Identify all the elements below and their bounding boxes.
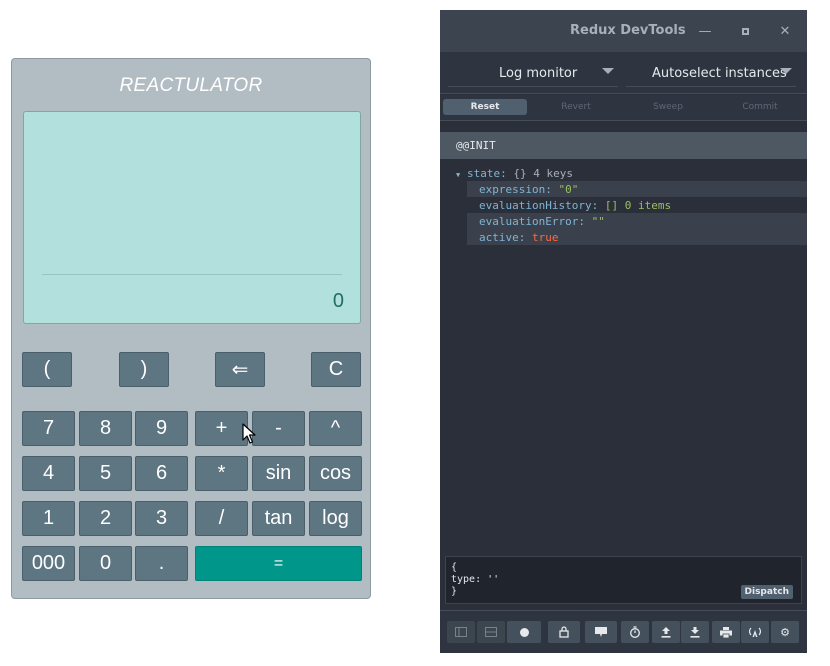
stopwatch-icon[interactable] (621, 621, 649, 643)
settings-gear-icon[interactable]: ⚙ (771, 621, 799, 643)
clear-button[interactable]: C (311, 352, 361, 387)
action-buttons-bar: Reset Revert Sweep Commit (440, 95, 807, 121)
state-row-value: "0" (558, 183, 579, 196)
state-row-value: "" (591, 215, 605, 228)
digit-7-button[interactable]: 7 (22, 411, 75, 446)
monitor-select[interactable]: Log monitor (448, 62, 618, 87)
digit-6-button[interactable]: 6 (135, 456, 188, 491)
action-type-label: @@INIT (456, 139, 496, 152)
maximize-icon[interactable] (736, 22, 754, 40)
state-type: {} (513, 167, 527, 180)
digit-8-button[interactable]: 8 (79, 411, 132, 446)
state-row: evaluationHistory: [] 0 items (467, 197, 807, 213)
decimal-point-button[interactable]: . (135, 546, 188, 581)
dispatch-textarea[interactable]: { type: '' } (451, 562, 499, 598)
state-row-key: expression: (479, 183, 552, 196)
plus-button[interactable]: + (195, 411, 248, 446)
power-button[interactable]: ^ (309, 411, 362, 446)
reset-button[interactable]: Reset (443, 99, 527, 115)
close-icon[interactable]: ✕ (776, 22, 794, 40)
mouse-pointer-icon (242, 423, 256, 444)
monitor-select-value: Log monitor (499, 66, 578, 81)
digit-4-button[interactable]: 4 (22, 456, 75, 491)
window-titlebar: Redux DevTools — ✕ (440, 10, 807, 52)
print-icon[interactable] (712, 621, 740, 643)
state-row-key: evaluationHistory: (479, 199, 599, 212)
state-row-key: evaluationError: (479, 215, 585, 228)
state-root[interactable]: state: {} 4 keys (467, 167, 573, 180)
dispatch-editor[interactable]: { type: '' } Dispatch (445, 556, 802, 604)
expand-triangle-icon[interactable]: ▼ (456, 171, 460, 179)
state-count: 4 keys (533, 167, 573, 180)
record-icon[interactable] (507, 621, 541, 643)
digit-9-button[interactable]: 9 (135, 411, 188, 446)
paren-open-button[interactable]: ( (22, 352, 72, 387)
digit-3-button[interactable]: 3 (135, 501, 188, 536)
minus-button[interactable]: - (252, 411, 305, 446)
tan-button[interactable]: tan (252, 501, 305, 536)
calculator-display: 0 (23, 111, 361, 324)
digit-2-button[interactable]: 2 (79, 501, 132, 536)
lock-icon[interactable] (548, 621, 580, 643)
instance-select-value: Autoselect instances (652, 66, 787, 81)
commit-button[interactable]: Commit (720, 99, 800, 115)
sweep-button[interactable]: Sweep (628, 99, 708, 115)
chevron-down-icon (602, 68, 614, 74)
state-row-key: active: (479, 231, 526, 244)
backspace-button[interactable]: ⇐ (215, 352, 265, 387)
state-row: evaluationError: "" (467, 213, 807, 229)
slider-toggle-icon[interactable] (477, 621, 505, 643)
cos-button[interactable]: cos (309, 456, 362, 491)
calculator-title: REACTULATOR (119, 75, 263, 96)
display-divider (42, 274, 342, 275)
remote-broadcast-icon[interactable] (741, 621, 769, 643)
minimize-icon[interactable]: — (696, 22, 714, 40)
divide-button[interactable]: / (195, 501, 248, 536)
multiply-button[interactable]: * (195, 456, 248, 491)
chevron-down-icon (780, 68, 792, 74)
revert-button[interactable]: Revert (536, 99, 616, 115)
state-row: active: true (467, 229, 807, 245)
redux-devtools-window: Redux DevTools — ✕ Log monitor Autoselec… (440, 10, 807, 653)
triple-zero-button[interactable]: 000 (22, 546, 75, 581)
dispatch-button[interactable]: Dispatch (740, 585, 793, 599)
paren-close-button[interactable]: ) (119, 352, 169, 387)
log-button[interactable]: log (309, 501, 362, 536)
display-value: 0 (332, 290, 344, 312)
state-row-value: true (531, 231, 559, 244)
equals-button[interactable]: = (195, 546, 362, 581)
log-action-item[interactable]: @@INIT (440, 132, 807, 159)
state-key: state: (467, 167, 507, 180)
monitor-toolbar: Log monitor Autoselect instances (440, 52, 807, 94)
state-row: expression: "0" (467, 181, 807, 197)
download-icon[interactable] (681, 621, 709, 643)
dispatcher-toggle-icon[interactable] (585, 621, 617, 643)
bottom-toolbar: ⚙ (440, 610, 807, 653)
sin-button[interactable]: sin (252, 456, 305, 491)
state-row-extra: 0 items (624, 199, 672, 212)
digit-5-button[interactable]: 5 (79, 456, 132, 491)
inspector-toggle-icon[interactable] (447, 621, 475, 643)
digit-1-button[interactable]: 1 (22, 501, 75, 536)
window-title: Redux DevTools (570, 23, 686, 38)
upload-icon[interactable] (652, 621, 680, 643)
instance-select[interactable]: Autoselect instances (626, 62, 796, 87)
digit-0-button[interactable]: 0 (79, 546, 132, 581)
calculator: REACTULATOR 0 ( ) ⇐ C 7 8 9 + - ^ 4 5 6 … (11, 58, 371, 599)
state-row-value: [] (604, 199, 619, 212)
